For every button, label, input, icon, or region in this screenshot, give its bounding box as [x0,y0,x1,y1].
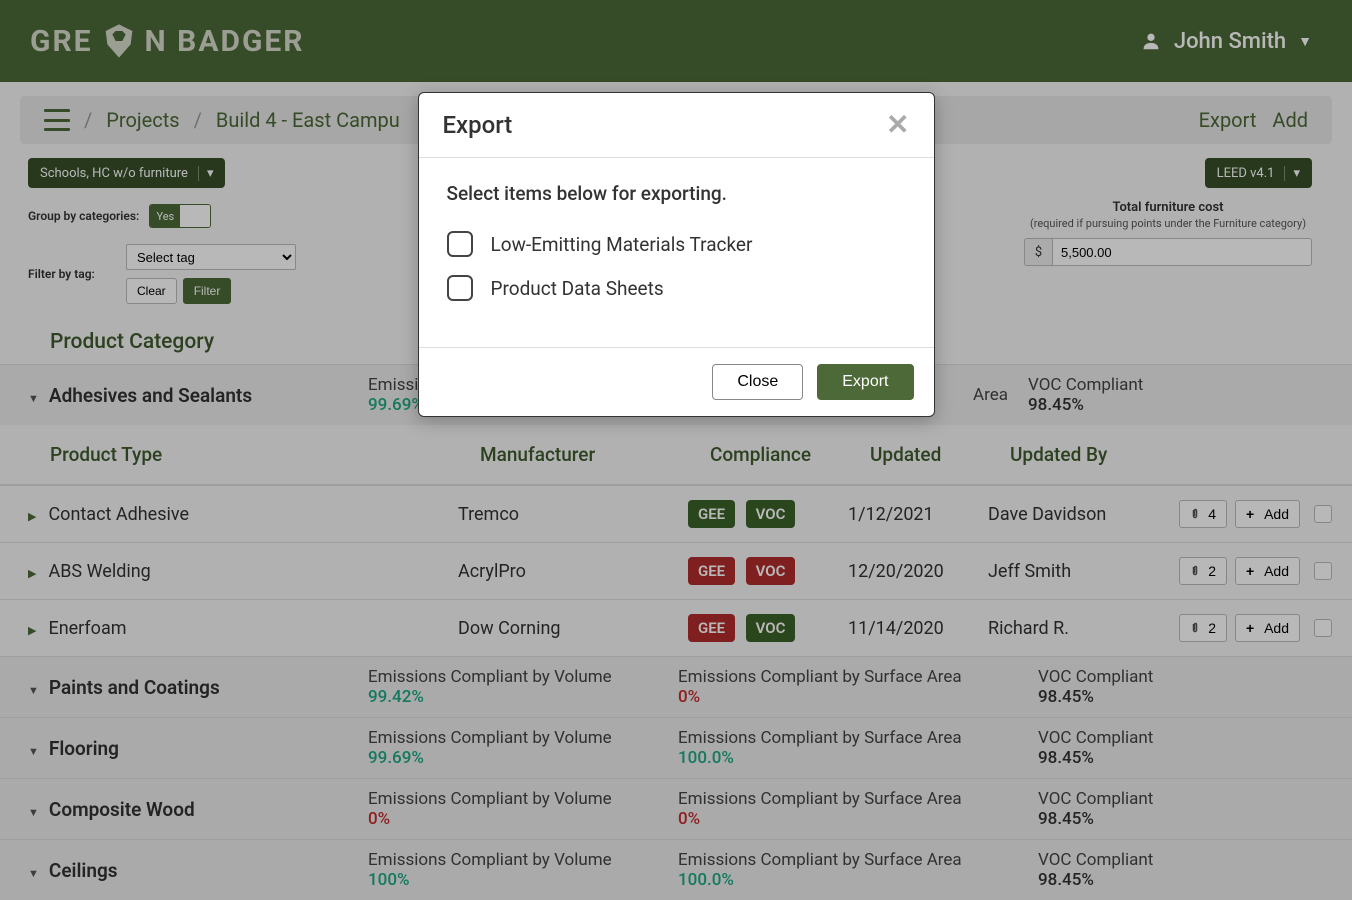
opt-product-data: Product Data Sheets [491,277,664,300]
checkbox-low-emitting[interactable] [447,231,473,257]
modal-overlay: Export ✕ Select items below for exportin… [0,0,1352,900]
close-icon[interactable]: ✕ [886,111,909,139]
checkbox-product-data[interactable] [447,275,473,301]
modal-title: Export [443,111,513,139]
export-button[interactable]: Export [817,364,913,400]
opt-low-emitting: Low-Emitting Materials Tracker [491,233,753,256]
close-button[interactable]: Close [712,364,803,400]
export-modal: Export ✕ Select items below for exportin… [418,92,935,417]
modal-lead: Select items below for exporting. [447,182,906,205]
